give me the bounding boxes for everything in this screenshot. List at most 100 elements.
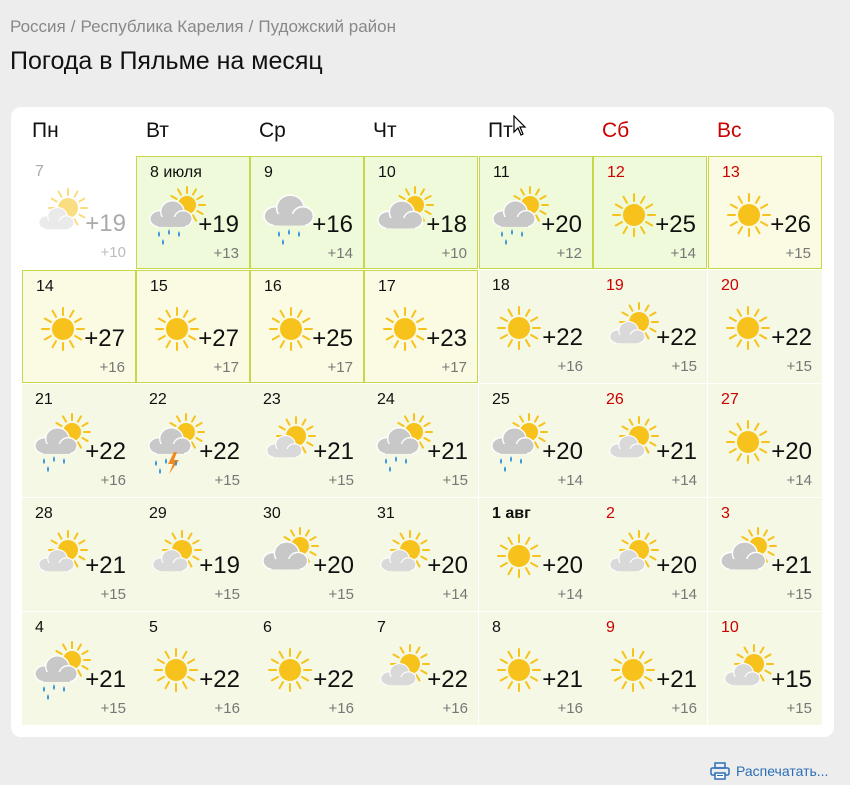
breadcrumb-separator: /: [248, 17, 254, 36]
day-date: 27: [721, 391, 739, 408]
weekday-header: Сб: [602, 119, 630, 142]
day-cell[interactable]: 28 +21 +15: [22, 498, 136, 611]
day-cell[interactable]: 7 +19 +10: [22, 156, 136, 269]
day-cell[interactable]: 1 авг +20 +14: [479, 498, 593, 611]
weekday-header: Пт: [488, 119, 513, 142]
day-date: 5: [149, 619, 158, 636]
max-temperature: +16: [312, 211, 353, 238]
min-temperature: +12: [556, 245, 582, 262]
day-cell[interactable]: 3 +21 +15: [708, 498, 822, 611]
day-date: 17: [378, 278, 396, 295]
day-cell[interactable]: 6 +22 +16: [250, 612, 364, 725]
weekday-header: Вс: [717, 119, 742, 142]
min-temperature: +15: [214, 472, 240, 489]
day-cell[interactable]: 12 +25 +14: [593, 156, 707, 269]
day-cell[interactable]: 22 +22 +15: [136, 384, 250, 497]
sun-icon: [489, 298, 549, 362]
day-cell[interactable]: 21 +22 +16: [22, 384, 136, 497]
print-link[interactable]: Распечатать...: [710, 762, 828, 780]
min-temperature: +15: [328, 472, 354, 489]
day-date: 3: [721, 505, 730, 522]
day-cell[interactable]: 9 +16 +14: [250, 156, 364, 269]
day-cell[interactable]: 23 +21 +15: [250, 384, 364, 497]
day-cell[interactable]: 25 +20 +14: [479, 384, 593, 497]
day-cell[interactable]: 18 +22 +16: [479, 270, 593, 383]
day-cell[interactable]: 30 +20 +15: [250, 498, 364, 611]
day-cell[interactable]: 16 +25 +17: [250, 270, 364, 383]
breadcrumb: Россия / Республика Карелия / Пудожский райо…: [10, 17, 396, 37]
min-temperature: +13: [213, 245, 239, 262]
breadcrumb-link[interactable]: Пудожский район: [258, 17, 396, 36]
min-temperature: +15: [671, 358, 697, 375]
thunderstorm-icon: [146, 412, 206, 476]
day-cell[interactable]: 8 +21 +16: [479, 612, 593, 725]
max-temperature: +21: [656, 438, 697, 465]
day-cell[interactable]: 8 июля +19 +13: [136, 156, 250, 269]
breadcrumb-link[interactable]: Россия: [10, 17, 66, 36]
partly-cloudy-icon: [32, 184, 92, 248]
day-date: 31: [377, 505, 395, 522]
max-temperature: +20: [427, 552, 468, 579]
day-cell[interactable]: 10 +18 +10: [364, 156, 478, 269]
cloud-sun-rain-icon: [374, 412, 434, 476]
day-cell[interactable]: 2 +20 +14: [593, 498, 707, 611]
max-temperature: +19: [199, 552, 240, 579]
min-temperature: +15: [786, 586, 812, 603]
min-temperature: +15: [328, 586, 354, 603]
day-date: 28: [35, 505, 53, 522]
breadcrumb-link[interactable]: Республика Карелия: [80, 17, 243, 36]
partly-cloudy-icon: [32, 526, 92, 590]
max-temperature: +22: [313, 666, 354, 693]
max-temperature: +20: [542, 552, 583, 579]
max-temperature: +20: [656, 552, 697, 579]
day-cell[interactable]: 9 +21 +16: [593, 612, 707, 725]
min-temperature: +16: [99, 359, 125, 376]
day-cell[interactable]: 15 +27 +17: [136, 270, 250, 383]
day-cell[interactable]: 24 +21 +15: [364, 384, 478, 497]
max-temperature: +21: [85, 666, 126, 693]
day-cell[interactable]: 29 +19 +15: [136, 498, 250, 611]
max-temperature: +20: [313, 552, 354, 579]
day-cell[interactable]: 13 +26 +15: [708, 156, 822, 269]
day-date: 23: [263, 391, 281, 408]
max-temperature: +26: [770, 211, 811, 238]
partly-cloudy-icon: [374, 640, 434, 704]
min-temperature: +10: [441, 245, 467, 262]
day-cell[interactable]: 20 +22 +15: [708, 270, 822, 383]
day-date: 14: [36, 278, 54, 295]
min-temperature: +14: [327, 245, 353, 262]
min-temperature: +15: [214, 586, 240, 603]
day-cell[interactable]: 4 +21 +15: [22, 612, 136, 725]
day-cell[interactable]: 31 +20 +14: [364, 498, 478, 611]
day-cell[interactable]: 17 +23 +17: [364, 270, 478, 383]
day-date: 1 авг: [492, 505, 531, 522]
min-temperature: +16: [214, 700, 240, 717]
day-cell[interactable]: 10 +15 +15: [708, 612, 822, 725]
max-temperature: +21: [656, 666, 697, 693]
max-temperature: +22: [542, 324, 583, 351]
day-date: 7: [35, 163, 44, 180]
min-temperature: +16: [328, 700, 354, 717]
day-cell[interactable]: 27 +20 +14: [708, 384, 822, 497]
max-temperature: +18: [426, 211, 467, 238]
day-date: 9: [264, 164, 273, 181]
sun-icon: [260, 640, 320, 704]
breadcrumb-separator: /: [70, 17, 76, 36]
min-temperature: +16: [100, 472, 126, 489]
min-temperature: +16: [557, 700, 583, 717]
min-temperature: +16: [442, 700, 468, 717]
day-cell[interactable]: 7 +22 +16: [364, 612, 478, 725]
day-date: 21: [35, 391, 53, 408]
day-cell[interactable]: 26 +21 +14: [593, 384, 707, 497]
min-temperature: +14: [442, 586, 468, 603]
day-date: 26: [606, 391, 624, 408]
day-cell[interactable]: 5 +22 +16: [136, 612, 250, 725]
day-cell[interactable]: 11 +20 +12: [479, 156, 593, 269]
min-temperature: +14: [671, 472, 697, 489]
day-cell[interactable]: 19 +22 +15: [593, 270, 707, 383]
partly-cloudy-icon: [718, 640, 778, 704]
day-cell[interactable]: 14 +27 +16: [22, 270, 136, 383]
day-date: 4: [35, 619, 44, 636]
min-temperature: +16: [671, 700, 697, 717]
weekday-header: Ср: [259, 119, 286, 142]
